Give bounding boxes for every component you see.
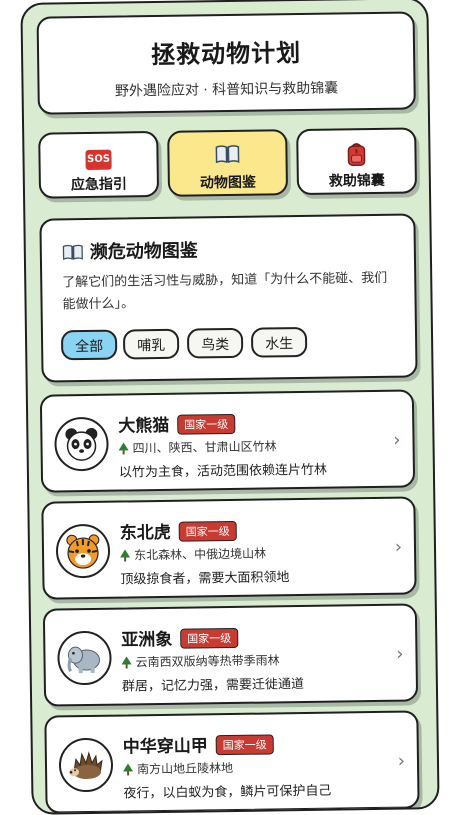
tree-icon xyxy=(123,763,134,778)
animal-card-panda[interactable]: 大熊猫 国家一级 四川、陕西、甘肃山区竹林 以竹为主食，活动范围依赖连片竹林 › xyxy=(39,389,416,493)
animal-location: 四川、陕西、甘肃山区竹林 xyxy=(118,437,277,457)
book-icon xyxy=(169,143,285,167)
animal-name: 中华穿山甲 国家一级 xyxy=(123,730,274,758)
animal-card-pangolin[interactable]: 中华穿山甲 国家一级 南方山地丘陵林地 夜行，以白蚁为食，鳞片可保护自己 › xyxy=(44,710,420,814)
app-frame: 拯救动物计划 野外遇险应对 · 科普知识与救助锦囊 SOS 应急指引 动物图鉴 … xyxy=(20,0,440,815)
endangered-guide-card: 濒危动物图鉴 了解它们的生活习性与威胁，知道「为什么不能碰、我们能做什么」。 全… xyxy=(39,213,418,383)
header-card: 拯救动物计划 野外遇险应对 · 科普知识与救助锦囊 xyxy=(36,11,416,115)
protection-badge: 国家一级 xyxy=(178,520,237,542)
animal-location: 云南西双版纳等热带季雨林 xyxy=(121,651,280,671)
backpack-icon xyxy=(298,141,414,167)
filter-mammal[interactable]: 哺乳 xyxy=(122,328,180,360)
animal-card-tiger[interactable]: 东北虎 国家一级 东北森林、中俄边境山林 顶级掠食者，需要大面积领地 › xyxy=(41,496,417,600)
animal-description: 以竹为主食，活动范围依赖连片竹林 xyxy=(118,462,328,481)
protection-badge: 国家一级 xyxy=(215,734,274,756)
filter-all[interactable]: 全部 xyxy=(60,329,118,361)
tiger-icon xyxy=(55,523,111,579)
filter-bird[interactable]: 鸟类 xyxy=(186,327,244,359)
hedgehog-icon xyxy=(58,737,114,793)
app-subtitle: 野外遇险应对 · 科普知识与救助锦囊 xyxy=(114,80,339,100)
animal-name: 东北虎 国家一级 xyxy=(120,517,237,544)
tab-rescue-kit[interactable]: 救助锦囊 xyxy=(296,127,418,196)
animal-name: 亚洲象 国家一级 xyxy=(121,624,239,651)
app-title: 拯救动物计划 xyxy=(150,38,302,70)
tab-emergency-guide[interactable]: SOS 应急指引 xyxy=(38,130,160,199)
tab-animal-guide[interactable]: 动物图鉴 xyxy=(167,129,289,197)
animal-location: 东北森林、中俄边境山林 xyxy=(120,545,266,565)
chevron-right-icon: › xyxy=(397,750,406,772)
animal-card-elephant[interactable]: 亚洲象 国家一级 云南西双版纳等热带季雨林 群居，记忆力强，需要迁徙通道 › xyxy=(42,603,419,707)
tree-icon xyxy=(120,549,131,564)
tree-icon xyxy=(118,442,129,457)
book-icon xyxy=(62,243,84,266)
elephant-icon xyxy=(57,630,112,686)
animal-description: 夜行，以白蚁为食，鳞片可保护自己 xyxy=(123,783,332,802)
chevron-right-icon: › xyxy=(393,429,401,451)
filter-aquatic[interactable]: 水生 xyxy=(250,326,308,358)
chevron-right-icon: › xyxy=(394,536,403,558)
animal-description: 顶级掠食者，需要大面积领地 xyxy=(120,570,290,588)
section-description: 了解它们的生活习性与威胁，知道「为什么不能碰、我们能做什么」。 xyxy=(62,270,388,313)
protection-badge: 国家一级 xyxy=(177,413,236,435)
tab-label: 应急指引 xyxy=(70,176,128,194)
animal-description: 群居，记忆力强，需要迁徙通道 xyxy=(121,676,305,695)
tree-icon xyxy=(121,656,132,671)
chevron-right-icon: › xyxy=(396,643,404,665)
protection-badge: 国家一级 xyxy=(180,627,239,649)
tab-label: 救助锦囊 xyxy=(328,172,385,190)
panda-icon xyxy=(54,416,109,472)
animal-location: 南方山地丘陵林地 xyxy=(123,759,233,779)
animal-name: 大熊猫 国家一级 xyxy=(118,410,236,437)
sos-icon: SOS xyxy=(40,145,156,170)
section-title: 濒危动物图鉴 xyxy=(62,236,198,266)
tab-label: 动物图鉴 xyxy=(199,174,256,192)
